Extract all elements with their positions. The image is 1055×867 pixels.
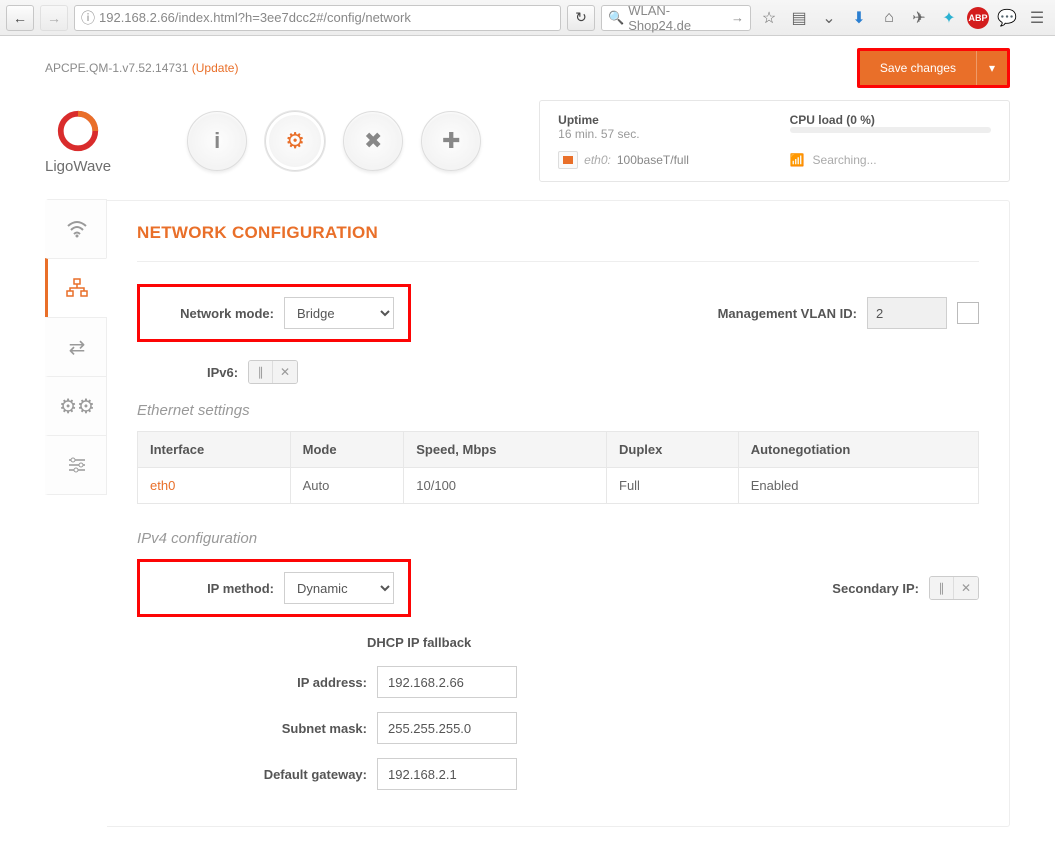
download-icon[interactable]: ⬇ (847, 8, 871, 28)
addon-icon[interactable]: ✦ (937, 8, 961, 28)
dhcp-fallback-title: DHCP IP fallback (367, 635, 979, 650)
th-autoneg: Autonegotiation (738, 432, 978, 468)
save-changes-highlight: Save changes ▾ (857, 48, 1010, 88)
nav-settings-button[interactable]: ⚙ (265, 111, 325, 171)
ipv4-section-title: IPv4 configuration (137, 530, 979, 547)
ip-address-input[interactable] (377, 666, 517, 698)
wifi-status: 📶 Searching... (790, 151, 991, 169)
toggle-on-icon: ∥ (930, 577, 954, 599)
ethernet-section-title: Ethernet settings (137, 402, 979, 419)
cell-mode: Auto (290, 468, 404, 504)
cell-autoneg: Enabled (738, 468, 978, 504)
nav-support-button[interactable]: ✚ (421, 111, 481, 171)
browser-search[interactable]: 🔍 WLAN-Shop24.de → (601, 5, 751, 31)
logo-text: LigoWave (45, 158, 111, 175)
th-speed: Speed, Mbps (404, 432, 607, 468)
sidebar-item-system[interactable] (45, 435, 107, 495)
sidebar-item-network[interactable] (45, 258, 107, 318)
status-panel: Uptime 16 min. 57 sec. CPU load (0 %) et… (539, 100, 1010, 182)
default-gateway-input[interactable] (377, 758, 517, 790)
sidebar-item-traffic[interactable]: ⇄ (45, 317, 107, 377)
reload-button[interactable]: ↻ (567, 5, 595, 31)
toggle-off-icon: ✕ (954, 577, 978, 599)
vlan-input[interactable] (867, 297, 947, 329)
browser-toolbar: ← → ⓘ 192.168.2.66/index.html?h=3ee7dcc2… (0, 0, 1055, 36)
info-icon[interactable]: ⓘ (81, 8, 95, 28)
page-title: NETWORK CONFIGURATION (137, 223, 979, 243)
ethernet-icon (558, 151, 578, 169)
abp-icon[interactable]: ABP (967, 7, 989, 29)
logo: LigoWave (45, 108, 111, 175)
sidebar-item-wireless[interactable] (45, 199, 107, 259)
url-bar[interactable]: ⓘ 192.168.2.66/index.html?h=3ee7dcc2#/co… (74, 5, 561, 31)
th-interface: Interface (138, 432, 291, 468)
th-duplex: Duplex (607, 432, 739, 468)
home-icon[interactable]: ⌂ (877, 9, 901, 27)
network-mode-highlight: Network mode: Bridge (137, 284, 411, 342)
star-icon[interactable]: ☆ (757, 8, 781, 28)
save-changes-button[interactable]: Save changes (860, 51, 976, 85)
ip-method-label: IP method: (154, 581, 274, 596)
nav-status-button[interactable]: i (187, 111, 247, 171)
ipv6-label: IPv6: (207, 365, 238, 380)
th-mode: Mode (290, 432, 404, 468)
sliders-icon (67, 456, 87, 474)
wifi-icon: 📶 (790, 153, 805, 167)
save-dropdown-button[interactable]: ▾ (976, 51, 1007, 85)
subnet-mask-input[interactable] (377, 712, 517, 744)
library-icon[interactable]: ▤ (787, 8, 811, 28)
toggle-off-icon: ✕ (273, 361, 297, 383)
sidebar: ⇄ ⚙⚙ (45, 200, 107, 827)
search-placeholder: WLAN-Shop24.de (628, 3, 727, 33)
chat-icon[interactable]: 💬 (995, 8, 1019, 28)
forward-button[interactable]: → (40, 5, 68, 31)
wifi-icon (66, 220, 88, 238)
cell-interface: eth0 (138, 468, 291, 504)
ethernet-table: Interface Mode Speed, Mbps Duplex Autone… (137, 431, 979, 504)
main-content: NETWORK CONFIGURATION Network mode: Brid… (107, 200, 1010, 827)
secondary-ip-label: Secondary IP: (832, 581, 919, 596)
search-icon: 🔍 (608, 10, 624, 26)
send-icon[interactable]: ✈ (907, 8, 931, 28)
menu-icon[interactable]: ☰ (1025, 8, 1049, 28)
table-row[interactable]: eth0 Auto 10/100 Full Enabled (138, 468, 979, 504)
ip-address-label: IP address: (237, 675, 367, 690)
network-mode-label: Network mode: (154, 306, 274, 321)
secondary-ip-toggle[interactable]: ∥✕ (929, 576, 979, 600)
cell-speed: 10/100 (404, 468, 607, 504)
uptime-label: Uptime (558, 113, 759, 127)
cpu-label: CPU load (0 %) (790, 113, 991, 127)
ipv6-toggle[interactable]: ∥✕ (248, 360, 298, 384)
cell-duplex: Full (607, 468, 739, 504)
url-text: 192.168.2.66/index.html?h=3ee7dcc2#/conf… (99, 10, 411, 25)
sidebar-item-services[interactable]: ⚙⚙ (45, 376, 107, 436)
eth-status: eth0: 100baseT/full (558, 151, 759, 169)
network-icon (66, 278, 88, 298)
search-go-icon[interactable]: → (731, 10, 744, 25)
ip-method-select[interactable]: Dynamic (284, 572, 394, 604)
cpu-bar (790, 127, 991, 133)
vlan-label: Management VLAN ID: (718, 306, 857, 321)
uptime-value: 16 min. 57 sec. (558, 127, 759, 141)
network-mode-select[interactable]: Bridge (284, 297, 394, 329)
update-link[interactable]: (Update) (192, 61, 239, 75)
default-gateway-label: Default gateway: (237, 767, 367, 782)
firmware-version: APCPE.QM-1.v7.52.14731 (Update) (45, 61, 238, 75)
logo-icon (55, 108, 101, 154)
subnet-mask-label: Subnet mask: (237, 721, 367, 736)
pocket-icon[interactable]: ⌄ (817, 8, 841, 28)
toggle-on-icon: ∥ (249, 361, 273, 383)
ip-method-highlight: IP method: Dynamic (137, 559, 411, 617)
back-button[interactable]: ← (6, 5, 34, 31)
vlan-checkbox[interactable] (957, 302, 979, 324)
nav-tools-button[interactable]: ✖ (343, 111, 403, 171)
